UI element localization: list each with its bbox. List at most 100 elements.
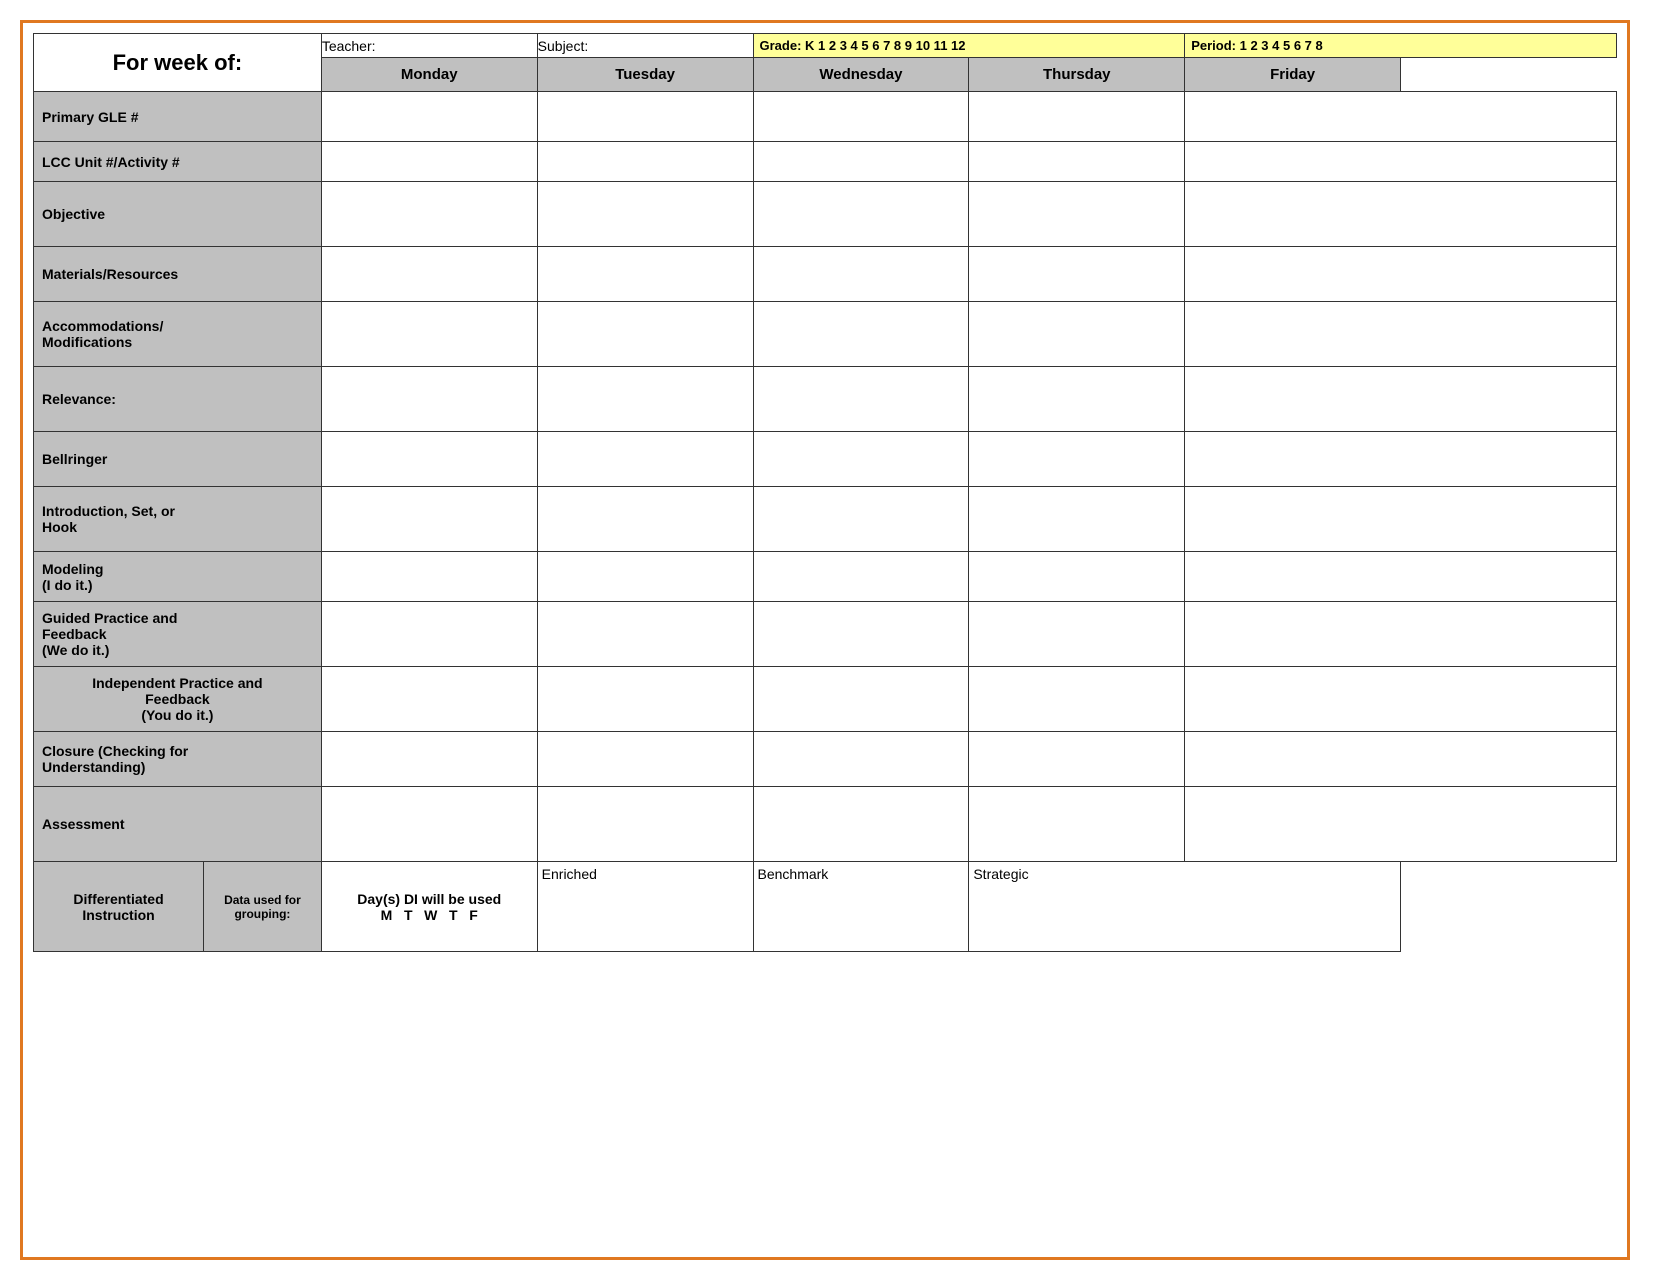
modeling-thursday[interactable]: [969, 552, 1185, 602]
gle-thursday[interactable]: [969, 92, 1185, 142]
di-row: DifferentiatedInstruction Data used forg…: [34, 862, 1617, 952]
row-label-independent: Independent Practice andFeedback(You do …: [34, 667, 322, 732]
table-row: Objective: [34, 182, 1617, 247]
row-label-assessment: Assessment: [34, 787, 322, 862]
teacher-cell[interactable]: Teacher:: [321, 34, 537, 58]
assessment-wednesday[interactable]: [753, 787, 969, 862]
intro-friday[interactable]: [1185, 487, 1617, 552]
materials-wednesday[interactable]: [753, 247, 969, 302]
table-row: Closure (Checking forUnderstanding): [34, 732, 1617, 787]
independent-thursday[interactable]: [969, 667, 1185, 732]
period-cell: Period: 1 2 3 4 5 6 7 8: [1185, 34, 1617, 58]
di-label: DifferentiatedInstruction: [34, 862, 204, 952]
objective-friday[interactable]: [1185, 182, 1617, 247]
relevance-friday[interactable]: [1185, 367, 1617, 432]
di-benchmark[interactable]: Benchmark: [753, 862, 969, 952]
assessment-tuesday[interactable]: [537, 787, 753, 862]
grade-label: Grade:: [760, 38, 802, 53]
guided-thursday[interactable]: [969, 602, 1185, 667]
objective-tuesday[interactable]: [537, 182, 753, 247]
accommodations-tuesday[interactable]: [537, 302, 753, 367]
gle-wednesday[interactable]: [753, 92, 969, 142]
relevance-wednesday[interactable]: [753, 367, 969, 432]
intro-tuesday[interactable]: [537, 487, 753, 552]
guided-wednesday[interactable]: [753, 602, 969, 667]
materials-monday[interactable]: [321, 247, 537, 302]
independent-tuesday[interactable]: [537, 667, 753, 732]
row-label-guided: Guided Practice andFeedback(We do it.): [34, 602, 322, 667]
table-row: Relevance:: [34, 367, 1617, 432]
wednesday-header: Wednesday: [753, 58, 969, 92]
tuesday-header: Tuesday: [537, 58, 753, 92]
materials-tuesday[interactable]: [537, 247, 753, 302]
materials-thursday[interactable]: [969, 247, 1185, 302]
table-row: Assessment: [34, 787, 1617, 862]
intro-monday[interactable]: [321, 487, 537, 552]
closure-tuesday[interactable]: [537, 732, 753, 787]
table-row: Accommodations/Modifications: [34, 302, 1617, 367]
closure-friday[interactable]: [1185, 732, 1617, 787]
lcc-friday[interactable]: [1185, 142, 1617, 182]
relevance-monday[interactable]: [321, 367, 537, 432]
lcc-monday[interactable]: [321, 142, 537, 182]
di-enriched[interactable]: Enriched: [537, 862, 753, 952]
independent-wednesday[interactable]: [753, 667, 969, 732]
objective-monday[interactable]: [321, 182, 537, 247]
row-label-gle: Primary GLE #: [34, 92, 322, 142]
friday-header: Friday: [1185, 58, 1401, 92]
accommodations-thursday[interactable]: [969, 302, 1185, 367]
lcc-thursday[interactable]: [969, 142, 1185, 182]
table-row: Primary GLE #: [34, 92, 1617, 142]
independent-friday[interactable]: [1185, 667, 1617, 732]
accommodations-friday[interactable]: [1185, 302, 1617, 367]
row-label-relevance: Relevance:: [34, 367, 322, 432]
closure-monday[interactable]: [321, 732, 537, 787]
gle-friday[interactable]: [1185, 92, 1617, 142]
intro-wednesday[interactable]: [753, 487, 969, 552]
relevance-thursday[interactable]: [969, 367, 1185, 432]
page-container: For week of: Teacher: Subject: Grade: K …: [20, 20, 1630, 1260]
modeling-wednesday[interactable]: [753, 552, 969, 602]
monday-header: Monday: [321, 58, 537, 92]
relevance-tuesday[interactable]: [537, 367, 753, 432]
thursday-header: Thursday: [969, 58, 1185, 92]
header-row-1: For week of: Teacher: Subject: Grade: K …: [34, 34, 1617, 58]
objective-thursday[interactable]: [969, 182, 1185, 247]
closure-wednesday[interactable]: [753, 732, 969, 787]
modeling-friday[interactable]: [1185, 552, 1617, 602]
row-label-materials: Materials/Resources: [34, 247, 322, 302]
di-strategic[interactable]: Strategic: [969, 862, 1401, 952]
gle-monday[interactable]: [321, 92, 537, 142]
bellringer-tuesday[interactable]: [537, 432, 753, 487]
accommodations-wednesday[interactable]: [753, 302, 969, 367]
bellringer-monday[interactable]: [321, 432, 537, 487]
guided-tuesday[interactable]: [537, 602, 753, 667]
row-label-closure: Closure (Checking forUnderstanding): [34, 732, 322, 787]
gle-tuesday[interactable]: [537, 92, 753, 142]
intro-thursday[interactable]: [969, 487, 1185, 552]
modeling-monday[interactable]: [321, 552, 537, 602]
independent-monday[interactable]: [321, 667, 537, 732]
closure-thursday[interactable]: [969, 732, 1185, 787]
subject-cell[interactable]: Subject:: [537, 34, 753, 58]
bellringer-wednesday[interactable]: [753, 432, 969, 487]
guided-friday[interactable]: [1185, 602, 1617, 667]
di-days-cell[interactable]: Day(s) DI will be usedM T W T F: [321, 862, 537, 952]
period-label: Period:: [1191, 38, 1236, 53]
assessment-friday[interactable]: [1185, 787, 1617, 862]
accommodations-monday[interactable]: [321, 302, 537, 367]
guided-monday[interactable]: [321, 602, 537, 667]
di-data-label: Data used forgrouping:: [204, 862, 322, 952]
bellringer-friday[interactable]: [1185, 432, 1617, 487]
assessment-thursday[interactable]: [969, 787, 1185, 862]
period-values: 1 2 3 4 5 6 7 8: [1240, 38, 1323, 53]
table-row: Modeling(I do it.): [34, 552, 1617, 602]
modeling-tuesday[interactable]: [537, 552, 753, 602]
assessment-monday[interactable]: [321, 787, 537, 862]
lcc-tuesday[interactable]: [537, 142, 753, 182]
objective-wednesday[interactable]: [753, 182, 969, 247]
grade-cell: Grade: K 1 2 3 4 5 6 7 8 9 10 11 12: [753, 34, 1185, 58]
bellringer-thursday[interactable]: [969, 432, 1185, 487]
lcc-wednesday[interactable]: [753, 142, 969, 182]
materials-friday[interactable]: [1185, 247, 1617, 302]
